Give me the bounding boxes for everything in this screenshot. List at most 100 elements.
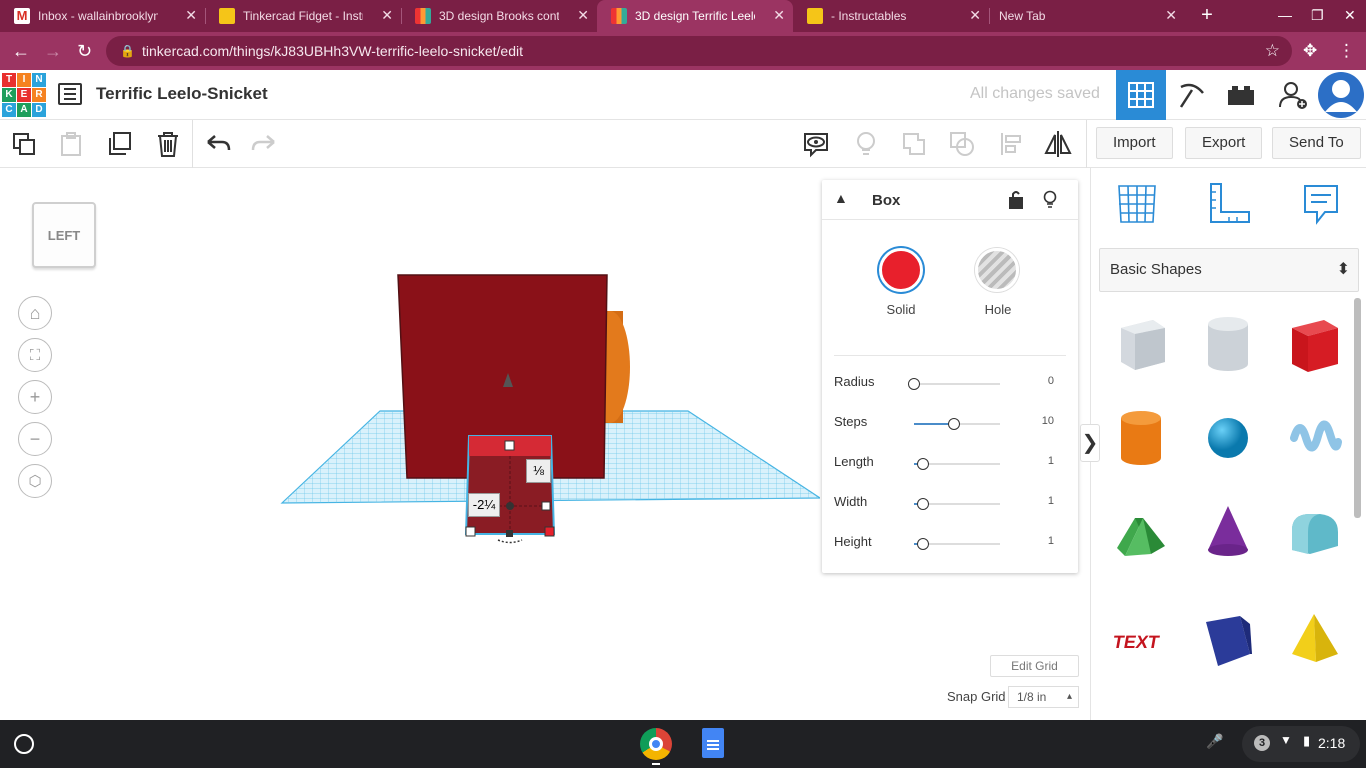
radius-value[interactable]: 0 <box>1048 375 1054 387</box>
microphone-icon[interactable]: 🎤 <box>1206 733 1223 750</box>
send-to-button[interactable]: Send To <box>1272 127 1361 159</box>
tinkercad-logo[interactable]: T I N K E R C A D <box>2 73 46 117</box>
3d-design-view-button[interactable] <box>1116 70 1166 120</box>
workplane-scene[interactable] <box>0 168 820 720</box>
design-title[interactable]: Terrific Leelo-Snicket <box>96 84 268 104</box>
notification-badge[interactable]: 3 <box>1254 735 1270 751</box>
redo-button[interactable] <box>248 128 280 160</box>
undo-button[interactable] <box>202 128 234 160</box>
shape-cylinder-hole[interactable] <box>1198 314 1258 374</box>
shape-scribble[interactable] <box>1284 408 1344 468</box>
close-icon[interactable]: ✕ <box>185 7 197 24</box>
avatar[interactable] <box>1318 72 1364 118</box>
shape-sphere[interactable] <box>1198 408 1258 468</box>
shape-library-select[interactable]: Basic Shapes <box>1099 248 1359 292</box>
back-icon[interactable]: ← <box>12 41 30 61</box>
shape-cone[interactable] <box>1198 502 1258 562</box>
show-all-button[interactable] <box>850 128 882 160</box>
paste-button[interactable] <box>55 128 87 160</box>
import-button[interactable]: Import <box>1096 127 1173 159</box>
collapse-panel-button[interactable]: ❯ <box>1080 424 1100 462</box>
tab-gmail[interactable]: M Inbox - wallainbrooklynn ✕ <box>0 0 205 32</box>
reload-icon[interactable]: ↻ <box>77 41 92 61</box>
bookmark-star-icon[interactable]: ☆ <box>1265 36 1280 66</box>
tab-instructables-fidget[interactable]: Tinkercad Fidget - Instru ✕ <box>205 0 401 32</box>
ruler-tool[interactable] <box>1207 182 1251 231</box>
close-icon[interactable]: ✕ <box>381 7 393 24</box>
close-icon[interactable]: ✕ <box>773 7 785 24</box>
edit-grid-button[interactable]: Edit Grid <box>990 655 1079 677</box>
resize-handle[interactable] <box>465 526 476 537</box>
height-value[interactable]: 1 <box>1048 535 1054 547</box>
restore-icon[interactable]: ❐ <box>1311 7 1324 24</box>
tab-new-tab[interactable]: New Tab ✕ <box>989 0 1185 32</box>
chrome-menu-icon[interactable]: ⋮ <box>1338 41 1355 61</box>
shape-cylinder[interactable] <box>1111 408 1171 468</box>
group-button[interactable] <box>898 128 930 160</box>
close-window-icon[interactable]: ✕ <box>1344 7 1356 24</box>
length-value[interactable]: 1 <box>1048 455 1054 467</box>
chrome-app-icon[interactable] <box>640 728 672 760</box>
workplane-tool[interactable] <box>1115 182 1159 231</box>
shape-round-roof[interactable] <box>1284 502 1344 562</box>
align-button[interactable] <box>996 128 1028 160</box>
steps-value[interactable]: 10 <box>1042 415 1054 427</box>
unlock-icon[interactable] <box>1008 190 1024 215</box>
collapse-up-icon[interactable]: ▲ <box>834 190 848 206</box>
solid-swatch[interactable] <box>879 248 923 292</box>
shape-roof[interactable] <box>1111 502 1171 562</box>
height-slider[interactable] <box>916 538 929 550</box>
shapes-scrollbar[interactable] <box>1354 298 1361 518</box>
snap-grid-select[interactable]: 1/8 in <box>1008 686 1079 708</box>
resize-handle[interactable] <box>506 530 513 537</box>
resize-handle[interactable] <box>504 440 515 451</box>
tab-brooks-contest[interactable]: 3D design Brooks contes ✕ <box>401 0 597 32</box>
shape-prism[interactable] <box>1198 610 1258 670</box>
mirror-button[interactable] <box>1042 128 1074 160</box>
close-icon[interactable]: ✕ <box>969 7 981 24</box>
bricks-view-button[interactable] <box>1216 70 1266 120</box>
lightbulb-icon[interactable] <box>1042 190 1058 215</box>
extensions-icon[interactable]: ✥ <box>1303 41 1317 61</box>
design-menu-icon[interactable] <box>58 83 82 105</box>
forward-icon[interactable]: → <box>44 41 62 61</box>
steps-slider[interactable] <box>947 418 960 430</box>
length-slider[interactable] <box>916 458 929 470</box>
minimize-icon[interactable]: ― <box>1278 7 1292 23</box>
shape-box-hole[interactable] <box>1111 314 1171 374</box>
resize-handle[interactable] <box>541 501 551 511</box>
width-slider[interactable] <box>916 498 929 510</box>
minecraft-view-button[interactable] <box>1166 70 1216 120</box>
new-tab-button[interactable]: + <box>1196 4 1218 26</box>
height-dimension[interactable]: ⅛ <box>526 459 551 483</box>
offset-dimension[interactable]: -2¼ <box>468 493 500 517</box>
rotate-handle[interactable] <box>497 539 523 544</box>
hole-label[interactable]: Hole <box>968 302 1028 317</box>
hole-swatch[interactable] <box>975 248 1019 292</box>
close-icon[interactable]: ✕ <box>1165 7 1177 24</box>
shape-text[interactable]: TEXT <box>1111 610 1171 670</box>
ungroup-button[interactable] <box>946 128 978 160</box>
radius-slider[interactable] <box>908 378 920 390</box>
export-button[interactable]: Export <box>1185 127 1263 159</box>
notes-button[interactable] <box>800 128 832 160</box>
invite-collaborator-button[interactable] <box>1268 70 1318 120</box>
delete-button[interactable] <box>152 128 184 160</box>
launcher-icon[interactable] <box>14 734 34 754</box>
tab-terrific-leelo[interactable]: 3D design Terrific Leelo-S ✕ <box>597 0 793 32</box>
logo-letter: E <box>17 88 31 102</box>
width-value[interactable]: 1 <box>1048 495 1054 507</box>
duplicate-button[interactable] <box>104 128 136 160</box>
shape-name[interactable]: Box <box>872 192 900 209</box>
url-field[interactable]: 🔒 tinkercad.com/things/kJ83UBHh3VW-terri… <box>106 36 1292 66</box>
docs-app-icon[interactable] <box>702 728 724 758</box>
solid-label[interactable]: Solid <box>871 302 931 317</box>
copy-button[interactable] <box>8 128 40 160</box>
notes-tool[interactable] <box>1299 182 1343 231</box>
tab-instructables[interactable]: - Instructables ✕ <box>793 0 989 32</box>
shape-box[interactable] <box>1284 314 1344 374</box>
close-icon[interactable]: ✕ <box>577 7 589 24</box>
clock[interactable]: 2:18 <box>1318 735 1345 751</box>
shape-pyramid[interactable] <box>1284 610 1344 670</box>
resize-handle[interactable] <box>544 526 555 537</box>
